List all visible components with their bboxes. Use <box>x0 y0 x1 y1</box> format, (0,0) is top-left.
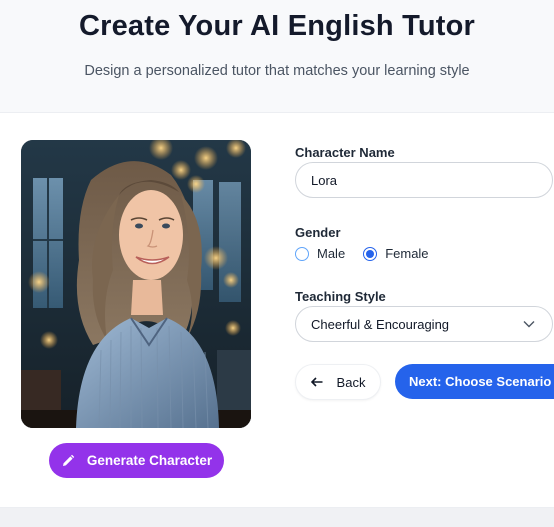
male-radio-label: Male <box>317 246 346 261</box>
generate-character-button[interactable]: Generate Character <box>49 443 224 478</box>
gender-radio-group: Male Female <box>295 246 447 261</box>
page-header: Create Your AI English Tutor Design a pe… <box>0 0 554 112</box>
female-radio-label: Female <box>385 246 429 261</box>
gender-option-male[interactable]: Male <box>295 246 345 261</box>
character-name-input[interactable] <box>295 162 553 198</box>
page-subtitle: Design a personalized tutor that matches… <box>84 63 470 79</box>
male-radio-button[interactable] <box>295 246 309 261</box>
teaching-style-select[interactable]: Cheerful & Encouraging <box>295 306 553 342</box>
pencil-icon <box>61 454 75 468</box>
gender-label: Gender <box>295 225 341 240</box>
next-choose-scenario-button[interactable]: Next: Choose Scenario <box>395 364 554 399</box>
page-title: Create Your AI English Tutor <box>78 10 476 42</box>
page-footer-strip <box>0 508 554 527</box>
teaching-style-value: Cheerful & Encouraging <box>311 316 450 332</box>
female-radio-button[interactable] <box>363 246 378 261</box>
generate-character-label: Generate Character <box>86 453 213 468</box>
back-button[interactable]: Back <box>295 364 381 400</box>
character-portrait <box>21 140 251 428</box>
arrow-left-icon <box>310 375 323 390</box>
back-button-label: Back <box>336 374 366 390</box>
next-button-label: Next: Choose Scenario <box>409 374 552 389</box>
chevron-down-icon <box>523 320 535 328</box>
character-name-label: Character Name <box>295 145 395 160</box>
teaching-style-label: Teaching Style <box>295 289 386 304</box>
gender-option-female[interactable]: Female <box>363 246 429 261</box>
